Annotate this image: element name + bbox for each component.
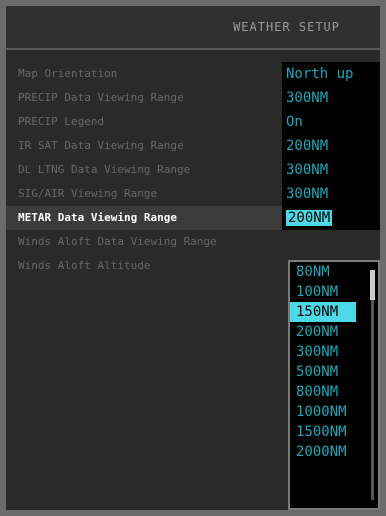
dropdown-option[interactable]: 200NM	[290, 322, 378, 342]
setting-value-precip-range[interactable]: 300NM	[282, 86, 380, 110]
setting-value-map-orientation[interactable]: North up	[282, 62, 380, 86]
dropdown-option[interactable]: 500NM	[290, 362, 378, 382]
setting-label-winds-aloft-altitude[interactable]: Winds Aloft Altitude	[18, 254, 278, 278]
dropdown-option[interactable]: 1000NM	[290, 402, 378, 422]
setting-label-metar-range[interactable]: METAR Data Viewing Range	[6, 206, 286, 230]
setting-label-precip-range[interactable]: PRECIP Data Viewing Range	[18, 86, 278, 110]
dropdown-option[interactable]: 1500NM	[290, 422, 378, 442]
dropdown-option[interactable]: 800NM	[290, 382, 378, 402]
settings-values: North up 300NM On 200NM 300NM 300NM 200N…	[282, 62, 380, 230]
setting-value-dlltng-range[interactable]: 300NM	[282, 158, 380, 182]
setting-value-irsat-range[interactable]: 200NM	[282, 134, 380, 158]
setting-label-dlltng-range[interactable]: DL LTNG Data Viewing Range	[18, 158, 278, 182]
setting-label-winds-aloft-range[interactable]: Winds Aloft Data Viewing Range	[18, 230, 278, 254]
dropdown-option[interactable]: 300NM	[290, 342, 378, 362]
settings-labels: Map Orientation PRECIP Data Viewing Rang…	[6, 62, 286, 278]
range-dropdown-list[interactable]: 80NM 100NM 150NM 200NM 300NM 500NM 800NM…	[288, 260, 380, 510]
setting-label-irsat-range[interactable]: IR SAT Data Viewing Range	[18, 134, 278, 158]
dropdown-option[interactable]: 80NM	[290, 262, 378, 282]
dropdown-option[interactable]: 2000NM	[290, 442, 378, 462]
dropdown-scrollbar[interactable]	[371, 270, 374, 500]
setting-value-metar-range[interactable]: 200NM	[282, 206, 380, 230]
setting-label-map-orientation[interactable]: Map Orientation	[18, 62, 278, 86]
page-title: WEATHER SETUP	[233, 20, 340, 34]
setting-label-precip-legend[interactable]: PRECIP Legend	[18, 110, 278, 134]
selected-value[interactable]: 200NM	[286, 210, 333, 226]
setting-label-sigair-range[interactable]: SIG/AIR Viewing Range	[18, 182, 278, 206]
dropdown-option-highlighted[interactable]: 150NM	[290, 302, 356, 322]
dropdown-scroll-thumb[interactable]	[370, 270, 375, 300]
title-bar: WEATHER SETUP	[6, 6, 380, 50]
dropdown-option[interactable]: 100NM	[290, 282, 378, 302]
weather-setup-screen: WEATHER SETUP Map Orientation PRECIP Dat…	[6, 6, 380, 510]
setting-value-sigair-range[interactable]: 300NM	[282, 182, 380, 206]
setting-value-precip-legend[interactable]: On	[282, 110, 380, 134]
